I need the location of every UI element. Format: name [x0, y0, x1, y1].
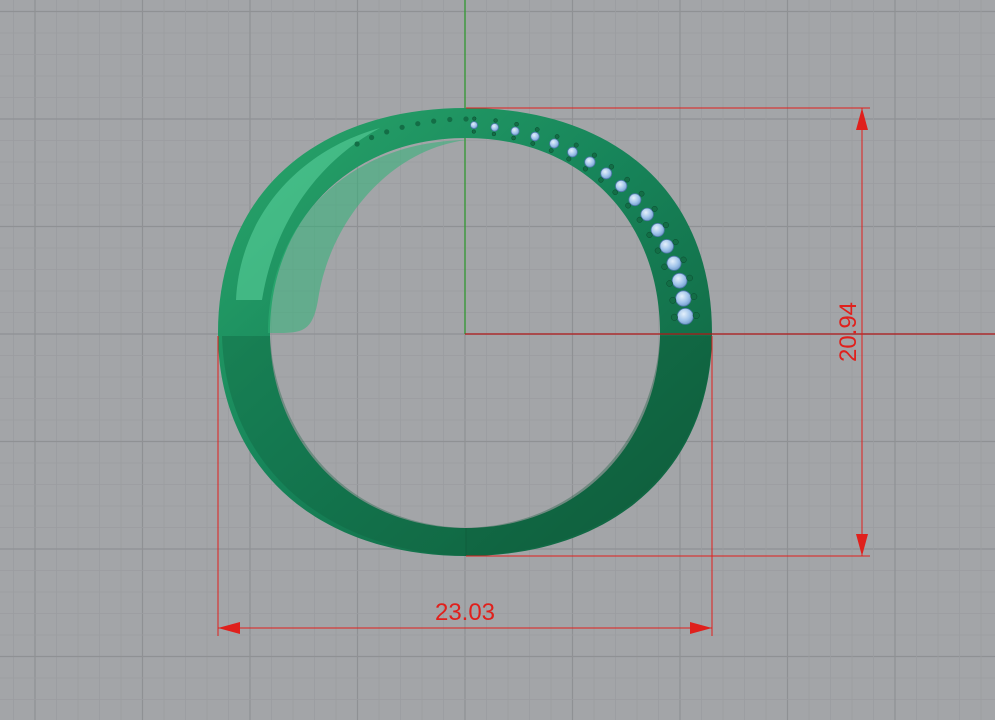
prong [463, 116, 469, 122]
prong [651, 205, 658, 212]
top-viewport[interactable]: 23.03 20.94 [0, 0, 995, 720]
prong [690, 293, 698, 300]
prong [624, 176, 630, 183]
prong [554, 134, 560, 139]
pave-stone[interactable] [671, 272, 688, 289]
ring-bottom-shade [222, 336, 466, 556]
prong [669, 296, 677, 304]
width-dimension-label[interactable]: 23.03 [435, 599, 495, 626]
prong [625, 202, 631, 209]
prong [612, 189, 618, 196]
prong [636, 216, 643, 223]
prong [472, 116, 477, 121]
prong [491, 131, 497, 137]
width-arrow-right [690, 622, 712, 634]
prong [354, 141, 360, 147]
prong [598, 177, 604, 183]
pave-stone[interactable] [510, 126, 520, 136]
prong [646, 231, 653, 238]
prong [431, 118, 437, 124]
prong [582, 166, 588, 172]
prong [661, 263, 668, 270]
pave-stone[interactable] [628, 193, 642, 207]
pave-stone[interactable] [659, 239, 674, 254]
prong [415, 121, 421, 127]
prong [662, 222, 669, 229]
pave-stone[interactable] [549, 138, 560, 149]
prong [493, 118, 498, 123]
height-arrow-bottom [856, 534, 868, 556]
pave-stone[interactable] [650, 222, 665, 237]
pave-stone[interactable] [666, 255, 682, 271]
prong [447, 116, 453, 123]
pave-stone[interactable] [640, 207, 654, 222]
width-arrow-left [218, 622, 240, 634]
prong [514, 121, 519, 127]
pave-stone[interactable] [567, 146, 578, 158]
prong [399, 124, 405, 130]
viewport-canvas[interactable]: 23.03 20.94 [0, 0, 995, 720]
prong [686, 274, 693, 282]
pave-stone[interactable] [490, 123, 499, 132]
prong [511, 135, 516, 141]
prong [654, 247, 661, 254]
pave-stone[interactable] [615, 179, 628, 193]
pave-stone[interactable] [470, 121, 478, 129]
pave-stone[interactable] [675, 290, 692, 307]
prong [608, 164, 615, 170]
prong [573, 142, 579, 148]
prong [384, 129, 390, 135]
prong [680, 256, 687, 263]
prong [638, 190, 645, 197]
ring-right-shade [466, 336, 712, 556]
height-dimension-label[interactable]: 20.94 [835, 302, 862, 362]
pave-stone[interactable] [676, 307, 694, 325]
prong [534, 127, 540, 132]
prong [471, 129, 476, 134]
prong [666, 280, 673, 287]
prong [530, 141, 536, 146]
prong [672, 239, 679, 246]
pave-stone[interactable] [600, 167, 613, 180]
prong [692, 312, 700, 319]
prong [548, 148, 554, 153]
prong [566, 156, 572, 162]
pave-stone[interactable] [530, 131, 540, 142]
prong [591, 152, 597, 158]
pave-stone[interactable] [584, 156, 596, 168]
prong [369, 134, 375, 141]
prong [670, 313, 678, 321]
